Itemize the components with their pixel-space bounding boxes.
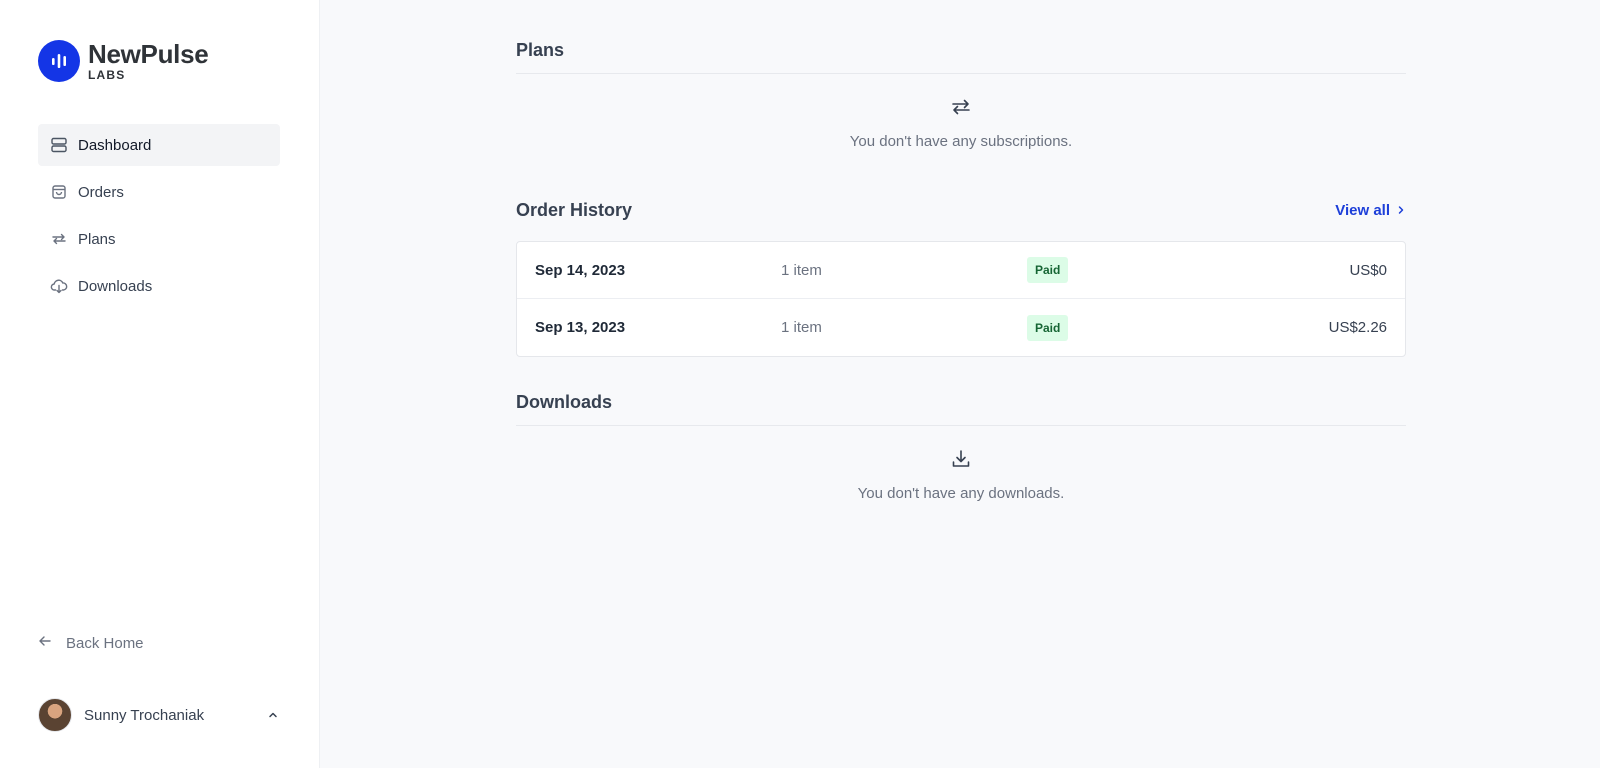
main-content: Plans You don't have any subscriptions. … bbox=[320, 0, 1600, 768]
sidebar-item-label: Plans bbox=[78, 230, 116, 248]
sidebar: NewPulse LABS Dashboard Orders Plans Dow… bbox=[0, 0, 320, 768]
sidebar-item-dashboard[interactable]: Dashboard bbox=[38, 124, 280, 166]
back-home-link[interactable]: Back Home bbox=[38, 634, 144, 652]
order-date: Sep 14, 2023 bbox=[535, 261, 626, 279]
order-history-title: Order History bbox=[516, 200, 633, 220]
brand-name: NewPulse bbox=[88, 39, 209, 69]
order-status: Paid bbox=[1027, 257, 1227, 283]
downloads-empty-state: You don't have any downloads. bbox=[516, 448, 1406, 502]
status-badge: Paid bbox=[1027, 257, 1069, 283]
table-row[interactable]: Sep 14, 2023 1 item Paid US$0 bbox=[517, 242, 1405, 299]
sidebar-item-plans[interactable]: Plans bbox=[38, 218, 280, 260]
sidebar-item-downloads[interactable]: Downloads bbox=[38, 265, 280, 307]
sidebar-item-label: Dashboard bbox=[78, 136, 152, 154]
repeat-icon bbox=[950, 96, 972, 123]
plans-title: Plans bbox=[516, 40, 565, 60]
chevron-right-icon bbox=[1396, 202, 1406, 219]
back-home-label: Back Home bbox=[66, 634, 144, 652]
view-all-link[interactable]: View all bbox=[1335, 202, 1406, 219]
order-amount: US$0 bbox=[1349, 261, 1387, 279]
chevron-up-icon[interactable] bbox=[266, 708, 280, 722]
sidebar-item-label: Orders bbox=[78, 183, 124, 201]
sidebar-item-label: Downloads bbox=[78, 277, 153, 295]
order-date: Sep 13, 2023 bbox=[535, 319, 626, 336]
order-amount: US$2.26 bbox=[1328, 319, 1387, 336]
order-history-section: Order History View all Sep 14, 2023 1 it bbox=[516, 200, 1406, 357]
arrow-left-icon bbox=[38, 634, 52, 652]
user-name: Sunny Trochaniak bbox=[84, 706, 205, 724]
shopping-bag-icon bbox=[50, 183, 68, 201]
divider bbox=[516, 425, 1406, 426]
user-menu[interactable]: Sunny Trochaniak bbox=[38, 698, 280, 732]
plans-empty-state: You don't have any subscriptions. bbox=[516, 96, 1406, 150]
pulse-logo-icon bbox=[38, 40, 80, 82]
plans-empty-text: You don't have any subscriptions. bbox=[849, 133, 1073, 150]
downloads-empty-text: You don't have any downloads. bbox=[857, 485, 1065, 502]
brand-text: NewPulse LABS bbox=[88, 39, 209, 82]
app-root: NewPulse LABS Dashboard Orders Plans Dow… bbox=[0, 0, 1600, 768]
brand[interactable]: NewPulse LABS bbox=[38, 39, 209, 82]
order-items: 1 item bbox=[781, 319, 822, 336]
order-history-header: Order History View all bbox=[516, 200, 1406, 221]
dashboard-content: Plans You don't have any subscriptions. … bbox=[516, 40, 1406, 502]
server-icon bbox=[50, 136, 68, 154]
avatar bbox=[38, 698, 72, 732]
divider bbox=[516, 73, 1406, 74]
sidebar-item-orders[interactable]: Orders bbox=[38, 171, 280, 213]
brand-sub: LABS bbox=[88, 68, 126, 82]
cloud-download-icon bbox=[50, 277, 68, 295]
order-items: 1 item bbox=[781, 261, 822, 279]
order-table: Sep 14, 2023 1 item Paid US$0 Sep 13, 20… bbox=[516, 241, 1406, 357]
downloads-title: Downloads bbox=[516, 392, 613, 412]
order-status: Paid bbox=[1027, 314, 1227, 341]
downloads-section: Downloads You don't have any downloads. bbox=[516, 392, 1406, 502]
view-all-label: View all bbox=[1335, 202, 1390, 219]
repeat-icon bbox=[50, 230, 68, 248]
sidebar-nav: Dashboard Orders Plans Downloads bbox=[38, 124, 280, 312]
download-icon bbox=[950, 448, 972, 475]
status-badge: Paid bbox=[1027, 314, 1069, 341]
plans-section: Plans You don't have any subscriptions. bbox=[516, 40, 1406, 150]
table-row[interactable]: Sep 13, 2023 1 item Paid US$2.26 bbox=[517, 299, 1405, 356]
